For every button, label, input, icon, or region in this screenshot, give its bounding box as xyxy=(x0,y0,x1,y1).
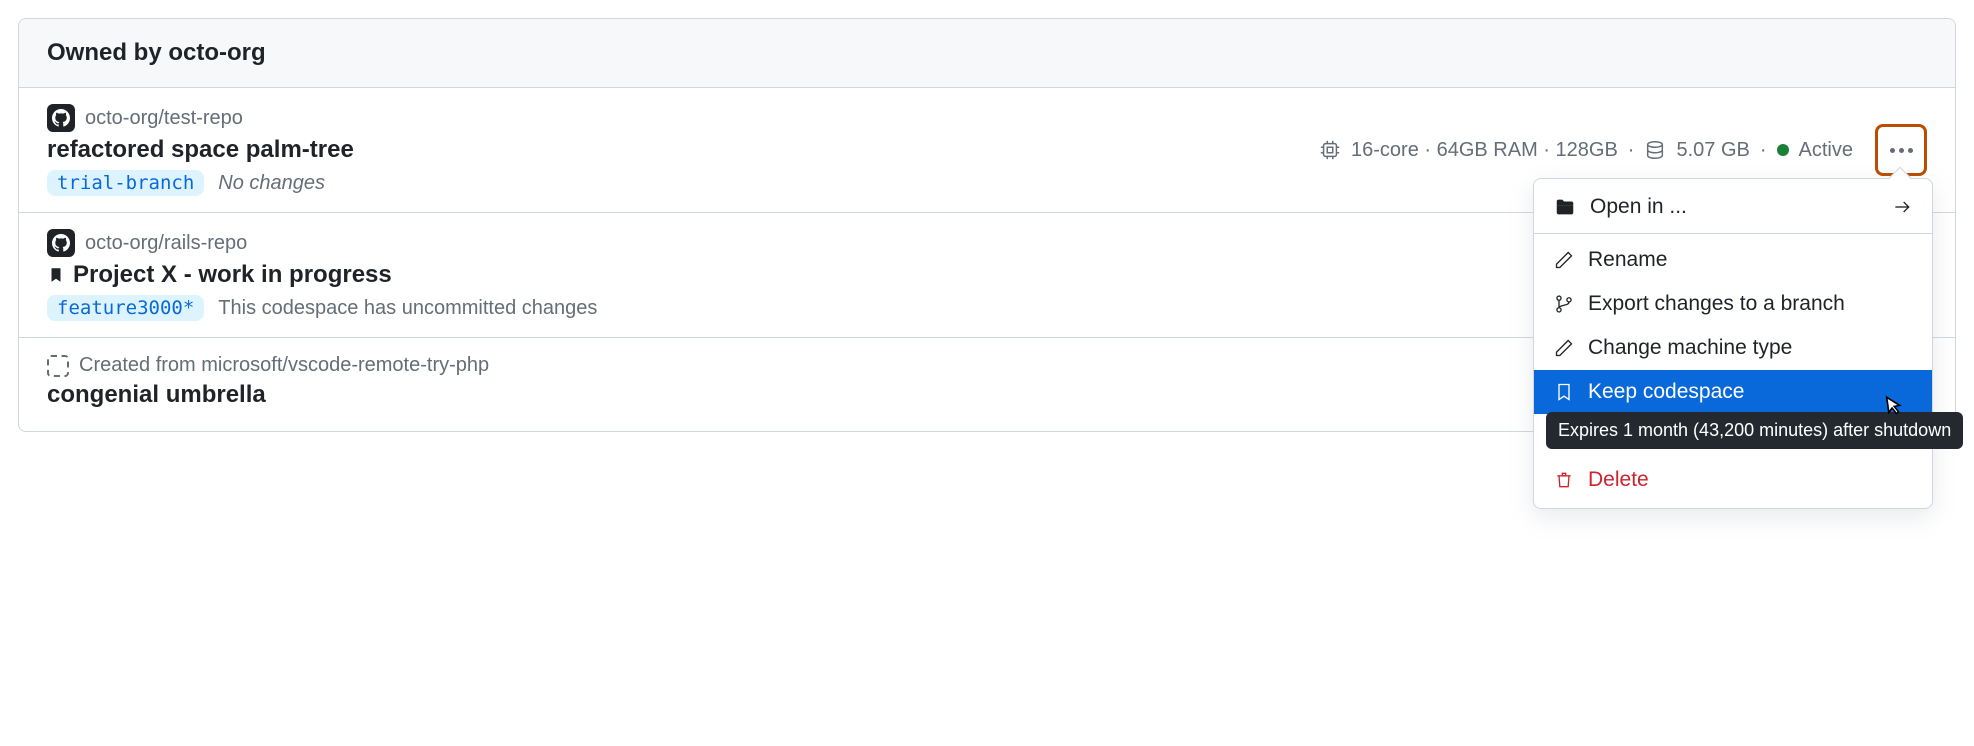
codespaces-panel: Owned by octo-org octo-org/test-repo ref… xyxy=(18,18,1956,432)
bookmark-fill-icon xyxy=(47,264,65,286)
panel-header: Owned by octo-org xyxy=(19,19,1955,88)
disk-size: 5.07 GB xyxy=(1676,139,1749,162)
menu-label: Change machine type xyxy=(1588,336,1792,360)
codespace-row: octo-org/test-repo refactored space palm… xyxy=(19,88,1955,213)
pencil-icon xyxy=(1554,338,1574,358)
codespace-name[interactable]: Project X - work in progress xyxy=(47,261,1634,289)
github-icon xyxy=(47,229,75,257)
repo-link[interactable]: octo-org/test-repo xyxy=(85,107,243,130)
codespace-name[interactable]: congenial umbrella xyxy=(47,381,1645,409)
menu-open-in[interactable]: Open in ... xyxy=(1534,185,1932,234)
repo-link[interactable]: octo-org/rails-repo xyxy=(85,232,247,255)
bookmark-icon xyxy=(1554,382,1574,402)
menu-label: Open in ... xyxy=(1590,195,1687,219)
status-dot-icon xyxy=(1777,144,1789,156)
separator-dot: · xyxy=(1628,139,1635,162)
codespace-name[interactable]: refactored space palm-tree xyxy=(47,136,1319,164)
separator-dot: · xyxy=(1760,139,1767,162)
folder-open-icon xyxy=(1554,196,1576,218)
menu-keep-codespace[interactable]: Keep codespace Expires 1 month (43,200 m… xyxy=(1534,370,1932,414)
specs-text: 16-core · 64GB RAM · 128GB xyxy=(1351,139,1618,162)
state-text: Active xyxy=(1799,139,1853,162)
branch-chip[interactable]: trial-branch xyxy=(47,170,204,196)
created-from-text: Created from microsoft/vscode-remote-try… xyxy=(79,354,489,377)
menu-label: Delete xyxy=(1588,468,1649,492)
github-icon xyxy=(47,104,75,132)
changes-status: This codespace has uncommitted changes xyxy=(218,297,597,320)
menu-change-machine[interactable]: Change machine type xyxy=(1534,326,1932,370)
tooltip: Expires 1 month (43,200 minutes) after s… xyxy=(1546,412,1963,449)
menu-rename[interactable]: Rename xyxy=(1534,238,1932,282)
menu-label: Export changes to a branch xyxy=(1588,292,1845,316)
pencil-icon xyxy=(1554,250,1574,270)
menu-delete[interactable]: Delete xyxy=(1534,458,1932,502)
branch-chip[interactable]: feature3000* xyxy=(47,295,204,321)
arrow-right-icon xyxy=(1892,197,1912,217)
changes-status: No changes xyxy=(218,172,325,195)
git-branch-icon xyxy=(1554,294,1574,314)
menu-label: Rename xyxy=(1588,248,1667,272)
cpu-icon xyxy=(1319,139,1341,161)
template-icon xyxy=(47,355,69,377)
trash-icon xyxy=(1554,470,1574,490)
database-icon xyxy=(1644,139,1666,161)
menu-label: Keep codespace xyxy=(1588,380,1744,404)
kebab-dropdown: Open in ... Rename Export changes to a b… xyxy=(1533,178,1933,509)
menu-export-branch[interactable]: Export changes to a branch xyxy=(1534,282,1932,326)
codespace-name-text: Project X - work in progress xyxy=(73,261,392,289)
